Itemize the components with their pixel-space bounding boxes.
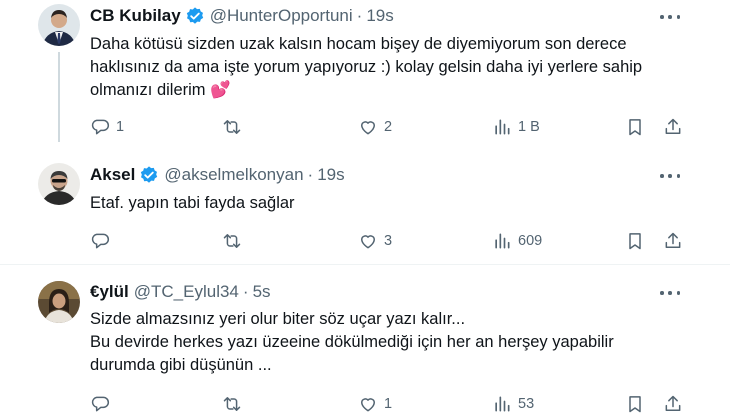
retweet-button[interactable] [222,392,248,416]
views-icon [495,119,510,135]
share-icon [665,118,681,134]
tweet-header: Aksel @akselmelkonyan · 19s [90,164,345,186]
separator-dot: · [307,165,314,184]
share-button[interactable] [663,229,683,253]
timestamp[interactable]: 19s [366,6,393,26]
tweet-text-line: Daha kötüsü sizden uzak kalsın hocam biş… [90,35,627,53]
action-bar: 1 2 1 B [0,115,730,139]
handle[interactable]: @TC_Eylul34 [134,282,239,302]
more-icon[interactable] [660,166,680,186]
tweet-text: Daha kötüsü sizden uzak kalsın hocam biş… [90,33,710,102]
reply-count: 1 [116,119,125,135]
timestamp[interactable]: 19s [317,165,344,185]
reply-icon [91,119,110,135]
like-icon [361,235,375,249]
views-button[interactable]: 1 B [492,115,540,139]
like-icon [361,398,375,412]
display-name[interactable]: Aksel [90,165,135,185]
action-bar: 3 609 [0,229,730,253]
like-count: 2 [384,119,393,135]
more-icon[interactable] [660,7,680,27]
share-button[interactable] [663,115,683,139]
views-icon [495,396,510,412]
views-count: 609 [518,233,543,249]
bookmark-icon [629,396,641,413]
retweet-icon [223,397,241,411]
tweet-text-line: Sizde almazsınız yeri olur biter söz uça… [90,310,466,328]
reply-icon [91,233,110,249]
tweet-text-line: haklısınız da ama işte yorum yapıyoruz :… [90,58,643,76]
tweet-3[interactable]: €ylül @TC_Eylul34 · 5s Sizde almazsınız … [0,265,730,420]
avatar[interactable] [38,4,80,46]
action-bar: 1 53 [0,392,730,416]
views-count: 1 B [518,119,540,135]
like-count: 1 [384,396,393,412]
views-button[interactable]: 53 [492,392,534,416]
verified-icon [139,165,159,185]
tweet-text: Sizde almazsınız yeri olur biter söz uça… [90,308,710,377]
bookmark-button[interactable] [625,392,645,416]
retweet-button[interactable] [222,115,248,139]
separator-dot: · [356,6,363,25]
reply-button[interactable] [90,392,116,416]
like-count: 3 [384,233,393,249]
reply-button[interactable]: 1 [90,115,124,139]
handle[interactable]: @akselmelkonyan [164,165,303,185]
retweet-icon [223,234,241,248]
views-button[interactable]: 609 [492,229,542,253]
views-icon [495,233,510,249]
avatar[interactable] [38,281,80,323]
views-count: 53 [518,396,535,412]
bookmark-button[interactable] [625,115,645,139]
handle[interactable]: @HunterOpportuni [210,6,353,26]
display-name[interactable]: CB Kubilay [90,6,181,26]
display-name[interactable]: €ylül [90,282,129,302]
tweet-1[interactable]: CB Kubilay @HunterOpportuni · 19s Daha k… [0,0,730,150]
verified-icon [185,6,205,26]
tweet-header: €ylül @TC_Eylul34 · 5s [90,281,271,303]
like-icon [361,121,375,135]
like-button[interactable]: 3 [358,229,392,253]
bookmark-icon [629,233,641,250]
reply-icon [91,396,110,412]
retweet-icon [223,120,241,134]
timestamp[interactable]: 5s [253,282,271,302]
tweet-header: CB Kubilay @HunterOpportuni · 19s [90,5,394,27]
separator-dot: · [242,282,249,301]
like-button[interactable]: 2 [358,115,392,139]
retweet-button[interactable] [222,229,248,253]
tweet-text: Etaf. yapın tabi fayda sağlar [90,192,710,215]
tweet-text-line: durumda gibi düşünün ... [90,356,272,374]
tweet-text-line: Bu devirde herkes yazı üzeeine dökülmedi… [90,333,614,351]
tweet-text-line: Etaf. yapın tabi fayda sağlar [90,194,295,212]
tweet-2[interactable]: Aksel @akselmelkonyan · 19s Etaf. yapın … [0,150,730,262]
share-icon [665,395,681,411]
more-icon[interactable] [660,283,680,303]
bookmark-icon [629,119,641,136]
share-icon [665,232,681,248]
bookmark-button[interactable] [625,229,645,253]
tweet-text-line: olmanızı dilerim 💕 [90,81,231,99]
share-button[interactable] [663,392,683,416]
like-button[interactable]: 1 [358,392,392,416]
avatar[interactable] [38,163,80,205]
reply-button[interactable] [90,229,116,253]
